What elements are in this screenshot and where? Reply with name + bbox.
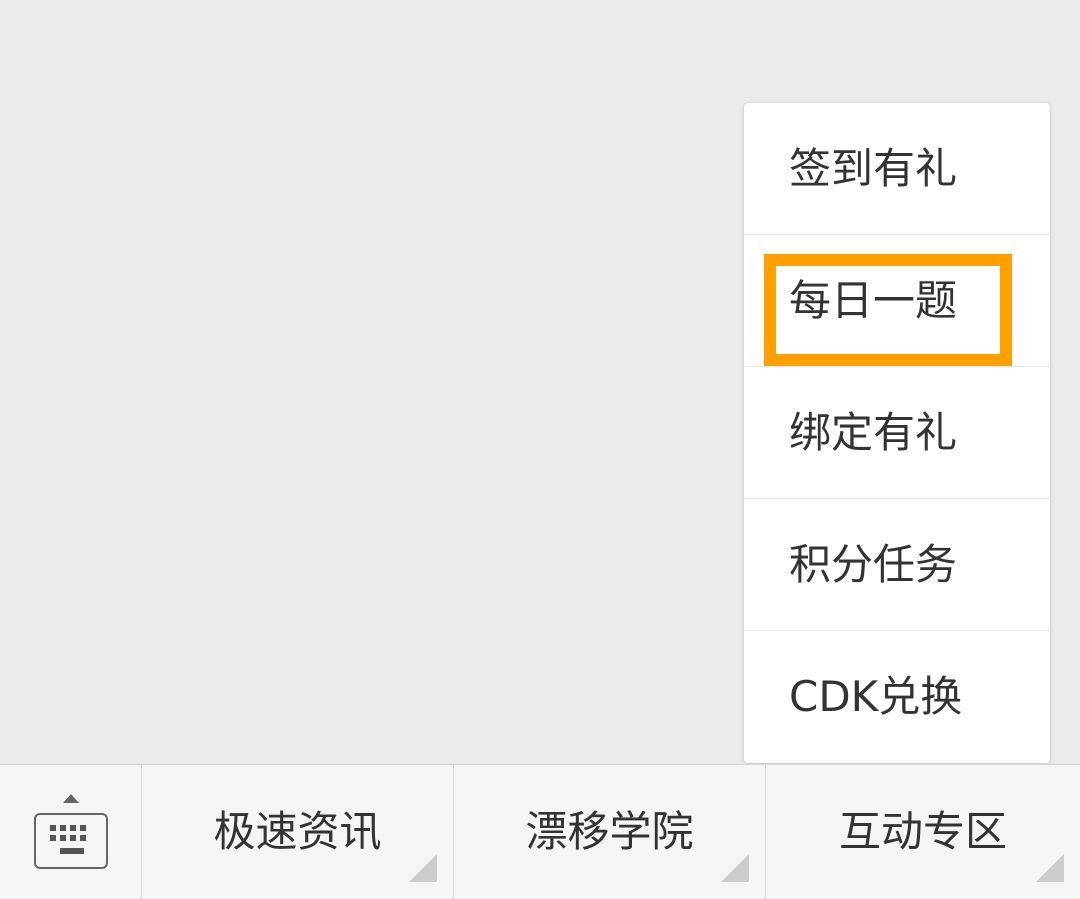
menu-item-points-tasks[interactable]: 积分任务 bbox=[744, 499, 1050, 631]
submenu-corner-icon bbox=[721, 854, 749, 882]
menu-item-label: 签到有礼 bbox=[789, 144, 958, 193]
caret-up-icon bbox=[63, 794, 79, 803]
menu-item-sign-in-gift[interactable]: 签到有礼 bbox=[744, 103, 1050, 235]
popup-menu: 签到有礼 每日一题 绑定有礼 积分任务 CDK兑换 bbox=[744, 103, 1050, 763]
menu-item-bind-gift[interactable]: 绑定有礼 bbox=[744, 367, 1050, 499]
tab-label: 漂移学院 bbox=[525, 807, 694, 856]
submenu-corner-icon bbox=[1036, 854, 1064, 882]
menu-item-daily-question[interactable]: 每日一题 bbox=[744, 235, 1050, 367]
menu-item-label: 每日一题 bbox=[789, 276, 958, 325]
menu-item-label: 积分任务 bbox=[789, 540, 958, 589]
keyboard-icon bbox=[34, 813, 108, 869]
tab-interactive-zone[interactable]: 互动专区 bbox=[766, 765, 1080, 898]
bottom-menu-bar: 极速资讯 漂移学院 互动专区 bbox=[0, 764, 1080, 898]
menu-item-label: 绑定有礼 bbox=[789, 408, 958, 457]
menu-item-label: CDK兑换 bbox=[789, 672, 963, 721]
submenu-corner-icon bbox=[409, 854, 437, 882]
tab-speed-news[interactable]: 极速资讯 bbox=[142, 765, 454, 898]
tab-label: 极速资讯 bbox=[213, 807, 382, 856]
tab-label: 互动专区 bbox=[838, 807, 1007, 856]
tab-drift-academy[interactable]: 漂移学院 bbox=[454, 765, 766, 898]
menu-item-cdk-redeem[interactable]: CDK兑换 bbox=[744, 631, 1050, 763]
keyboard-toggle-button[interactable] bbox=[0, 765, 142, 898]
